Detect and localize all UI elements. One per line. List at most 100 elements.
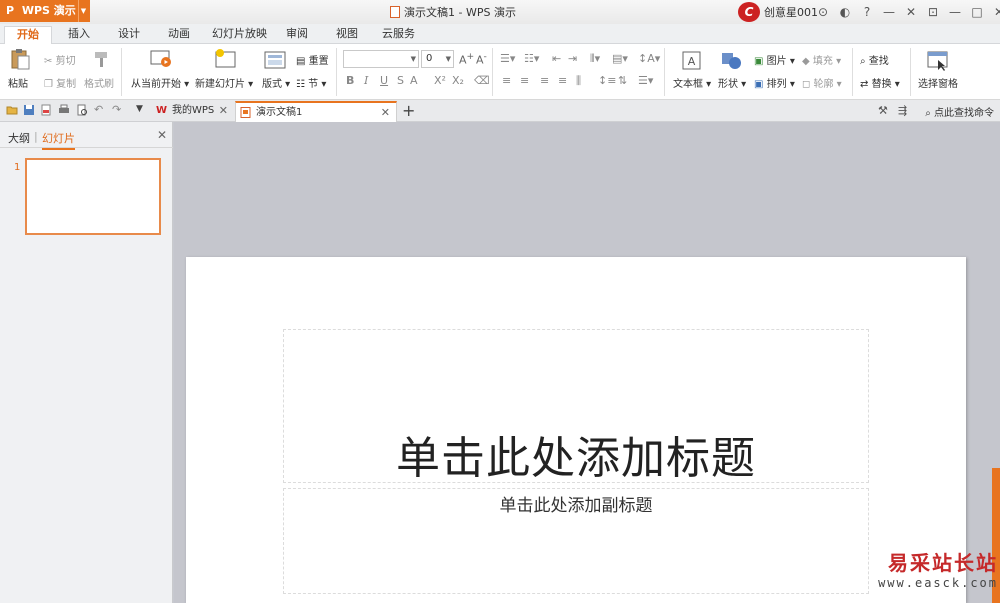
arrange-button[interactable]: ▣ 排列 ▾ [754, 75, 795, 90]
superscript-button[interactable]: X² [434, 74, 446, 87]
tab-document[interactable]: 演示文稿1 ✕ [235, 101, 397, 122]
tab-insert[interactable]: 插入 [68, 26, 90, 44]
paragraph-more-icon[interactable]: ☰▾ [638, 74, 653, 87]
columns-icon[interactable]: ⫴▾ [590, 52, 600, 66]
close-icon[interactable]: ✕ [157, 128, 167, 142]
export-pdf-icon[interactable] [40, 104, 52, 116]
format-painter-label[interactable]: 格式刷 [84, 75, 114, 90]
layout-icon[interactable] [264, 50, 288, 72]
help-icon[interactable]: ? [856, 5, 878, 19]
tab-design[interactable]: 设计 [118, 26, 140, 44]
text-shadow-button[interactable]: A [410, 74, 418, 87]
strikethrough-button[interactable]: S [397, 74, 404, 87]
feedback-icon[interactable]: ◐ [834, 5, 856, 19]
subtitle-placeholder[interactable]: 单击此处添加副标题 [283, 488, 869, 594]
restore-icon[interactable]: ⊡ [922, 5, 944, 19]
font-grow-icon[interactable]: A+ [459, 51, 474, 67]
app-menu-button[interactable]: P WPS 演示 ▼ [0, 0, 90, 22]
layout-button[interactable]: 版式 ▾ [262, 75, 290, 90]
shape-icon[interactable] [720, 50, 744, 72]
tab-slides[interactable]: 幻灯片 [42, 130, 75, 150]
shape-button[interactable]: 形状 ▾ [718, 75, 746, 90]
slide[interactable]: 单击此处添加标题 单击此处添加副标题 [186, 257, 966, 603]
avatar[interactable]: C [738, 2, 760, 22]
tab-home[interactable]: 开始 [4, 26, 52, 44]
close-ribbon-icon[interactable]: ✕ [900, 5, 922, 19]
copy-button[interactable]: ❐ 复制 [44, 75, 76, 90]
open-folder-icon[interactable] [6, 104, 18, 116]
find-button[interactable]: ⌕ 查找 [860, 52, 889, 67]
tools-icon[interactable]: ⚒ [878, 104, 888, 117]
from-current-button[interactable]: 从当前开始 ▾ [131, 75, 189, 90]
save-icon[interactable] [23, 104, 35, 116]
vertical-align-icon[interactable]: ⇅ [618, 74, 627, 87]
align-left-icon[interactable]: ≡ [502, 74, 511, 87]
underline-button[interactable]: U [380, 74, 388, 87]
text-direction-icon[interactable]: ▤▾ [612, 52, 628, 65]
chevron-down-icon[interactable]: ▼ [78, 0, 88, 22]
minimize-button[interactable]: — [944, 5, 966, 19]
font-name-combo[interactable]: ▼ [343, 50, 419, 68]
tab-my-wps[interactable]: W 我的WPS ✕ [152, 101, 234, 122]
selection-pane-label[interactable]: 选择窗格 [918, 75, 958, 90]
new-slide-icon[interactable] [214, 48, 238, 70]
tab-view[interactable]: 视图 [336, 26, 358, 44]
numbered-list-icon[interactable]: ☷▾ [524, 52, 539, 65]
undo-icon[interactable]: ↶ [94, 103, 103, 116]
close-button[interactable]: ✕ [988, 5, 1000, 19]
textbox-button[interactable]: 文本框 ▾ [673, 75, 711, 90]
textbox-icon[interactable]: A [680, 50, 704, 72]
decrease-indent-icon[interactable]: ⇤ [552, 52, 561, 65]
italic-button[interactable]: I [364, 74, 368, 87]
print-preview-icon[interactable] [76, 104, 88, 116]
document-title: 演示文稿1 - WPS 演示 [404, 6, 516, 19]
section-button[interactable]: ☷ 节 ▾ [296, 75, 326, 90]
title-placeholder[interactable]: 单击此处添加标题 [283, 329, 869, 484]
command-search[interactable]: ⌕ 点此查找命令 [925, 104, 994, 119]
tab-document-label: 演示文稿1 [256, 107, 303, 118]
font-shrink-icon[interactable]: A- [476, 51, 487, 67]
print-icon[interactable] [58, 104, 70, 116]
line-spacing-icon[interactable]: ↕A▾ [638, 52, 660, 65]
tab-review[interactable]: 审阅 [286, 26, 308, 44]
font-size-combo[interactable]: 0 ▼ [421, 50, 454, 68]
tab-animation[interactable]: 动画 [168, 26, 190, 44]
new-tab-button[interactable]: + [402, 101, 415, 120]
user-account[interactable]: C 创意星001 [738, 2, 818, 22]
distribute-icon[interactable]: ⫼ [576, 74, 581, 88]
ribbon-minimize-icon[interactable]: — [878, 5, 900, 19]
outline-icon: ◻ [802, 79, 811, 90]
maximize-button[interactable]: □ [966, 5, 988, 19]
selection-pane-icon[interactable] [926, 50, 950, 72]
bullet-list-icon[interactable]: ☰▾ [500, 52, 515, 65]
share-icon[interactable]: ⇶ [898, 104, 907, 117]
subscript-button[interactable]: X₂ [452, 74, 464, 87]
format-painter-icon[interactable] [92, 50, 110, 68]
reset-button[interactable]: ▤ 重置 [296, 52, 329, 67]
tab-cloud[interactable]: 云服务 [382, 26, 415, 44]
outline-button[interactable]: ◻ 轮廓 ▾ [802, 75, 842, 90]
customize-toolbar-icon[interactable]: ▼ [136, 104, 143, 114]
subtitle-placeholder-text: 单击此处添加副标题 [499, 496, 653, 516]
new-slide-label: 新建幻灯片 [195, 79, 245, 90]
fill-button[interactable]: ◆ 填充 ▾ [802, 52, 841, 67]
redo-icon[interactable]: ↷ [112, 103, 121, 116]
align-center-icon[interactable]: ≡ [520, 74, 529, 87]
tab-outline[interactable]: 大纲 [8, 130, 30, 146]
replace-button[interactable]: ⇄ 替换 ▾ [860, 75, 900, 90]
cut-button[interactable]: ✂ 剪切 [44, 52, 76, 67]
increase-indent-icon[interactable]: ⇥ [568, 52, 577, 65]
paragraph-spacing-icon[interactable]: ↕≡ [598, 74, 616, 87]
skin-icon[interactable]: ⊙ [812, 5, 834, 19]
tab-slideshow[interactable]: 幻灯片放映 [212, 26, 267, 44]
close-icon[interactable]: ✕ [219, 101, 228, 121]
align-right-icon[interactable]: ≡ [540, 74, 549, 87]
justify-icon[interactable]: ≡ [558, 74, 567, 87]
clear-format-icon[interactable]: ⌫ [474, 74, 490, 87]
slide-thumbnail[interactable] [25, 158, 161, 235]
play-from-current-icon[interactable] [149, 48, 173, 70]
close-icon[interactable]: ✕ [381, 103, 390, 123]
new-slide-button[interactable]: 新建幻灯片 ▾ [195, 75, 253, 90]
bold-button[interactable]: B [346, 74, 354, 87]
picture-button[interactable]: ▣ 图片 ▾ [754, 52, 795, 67]
